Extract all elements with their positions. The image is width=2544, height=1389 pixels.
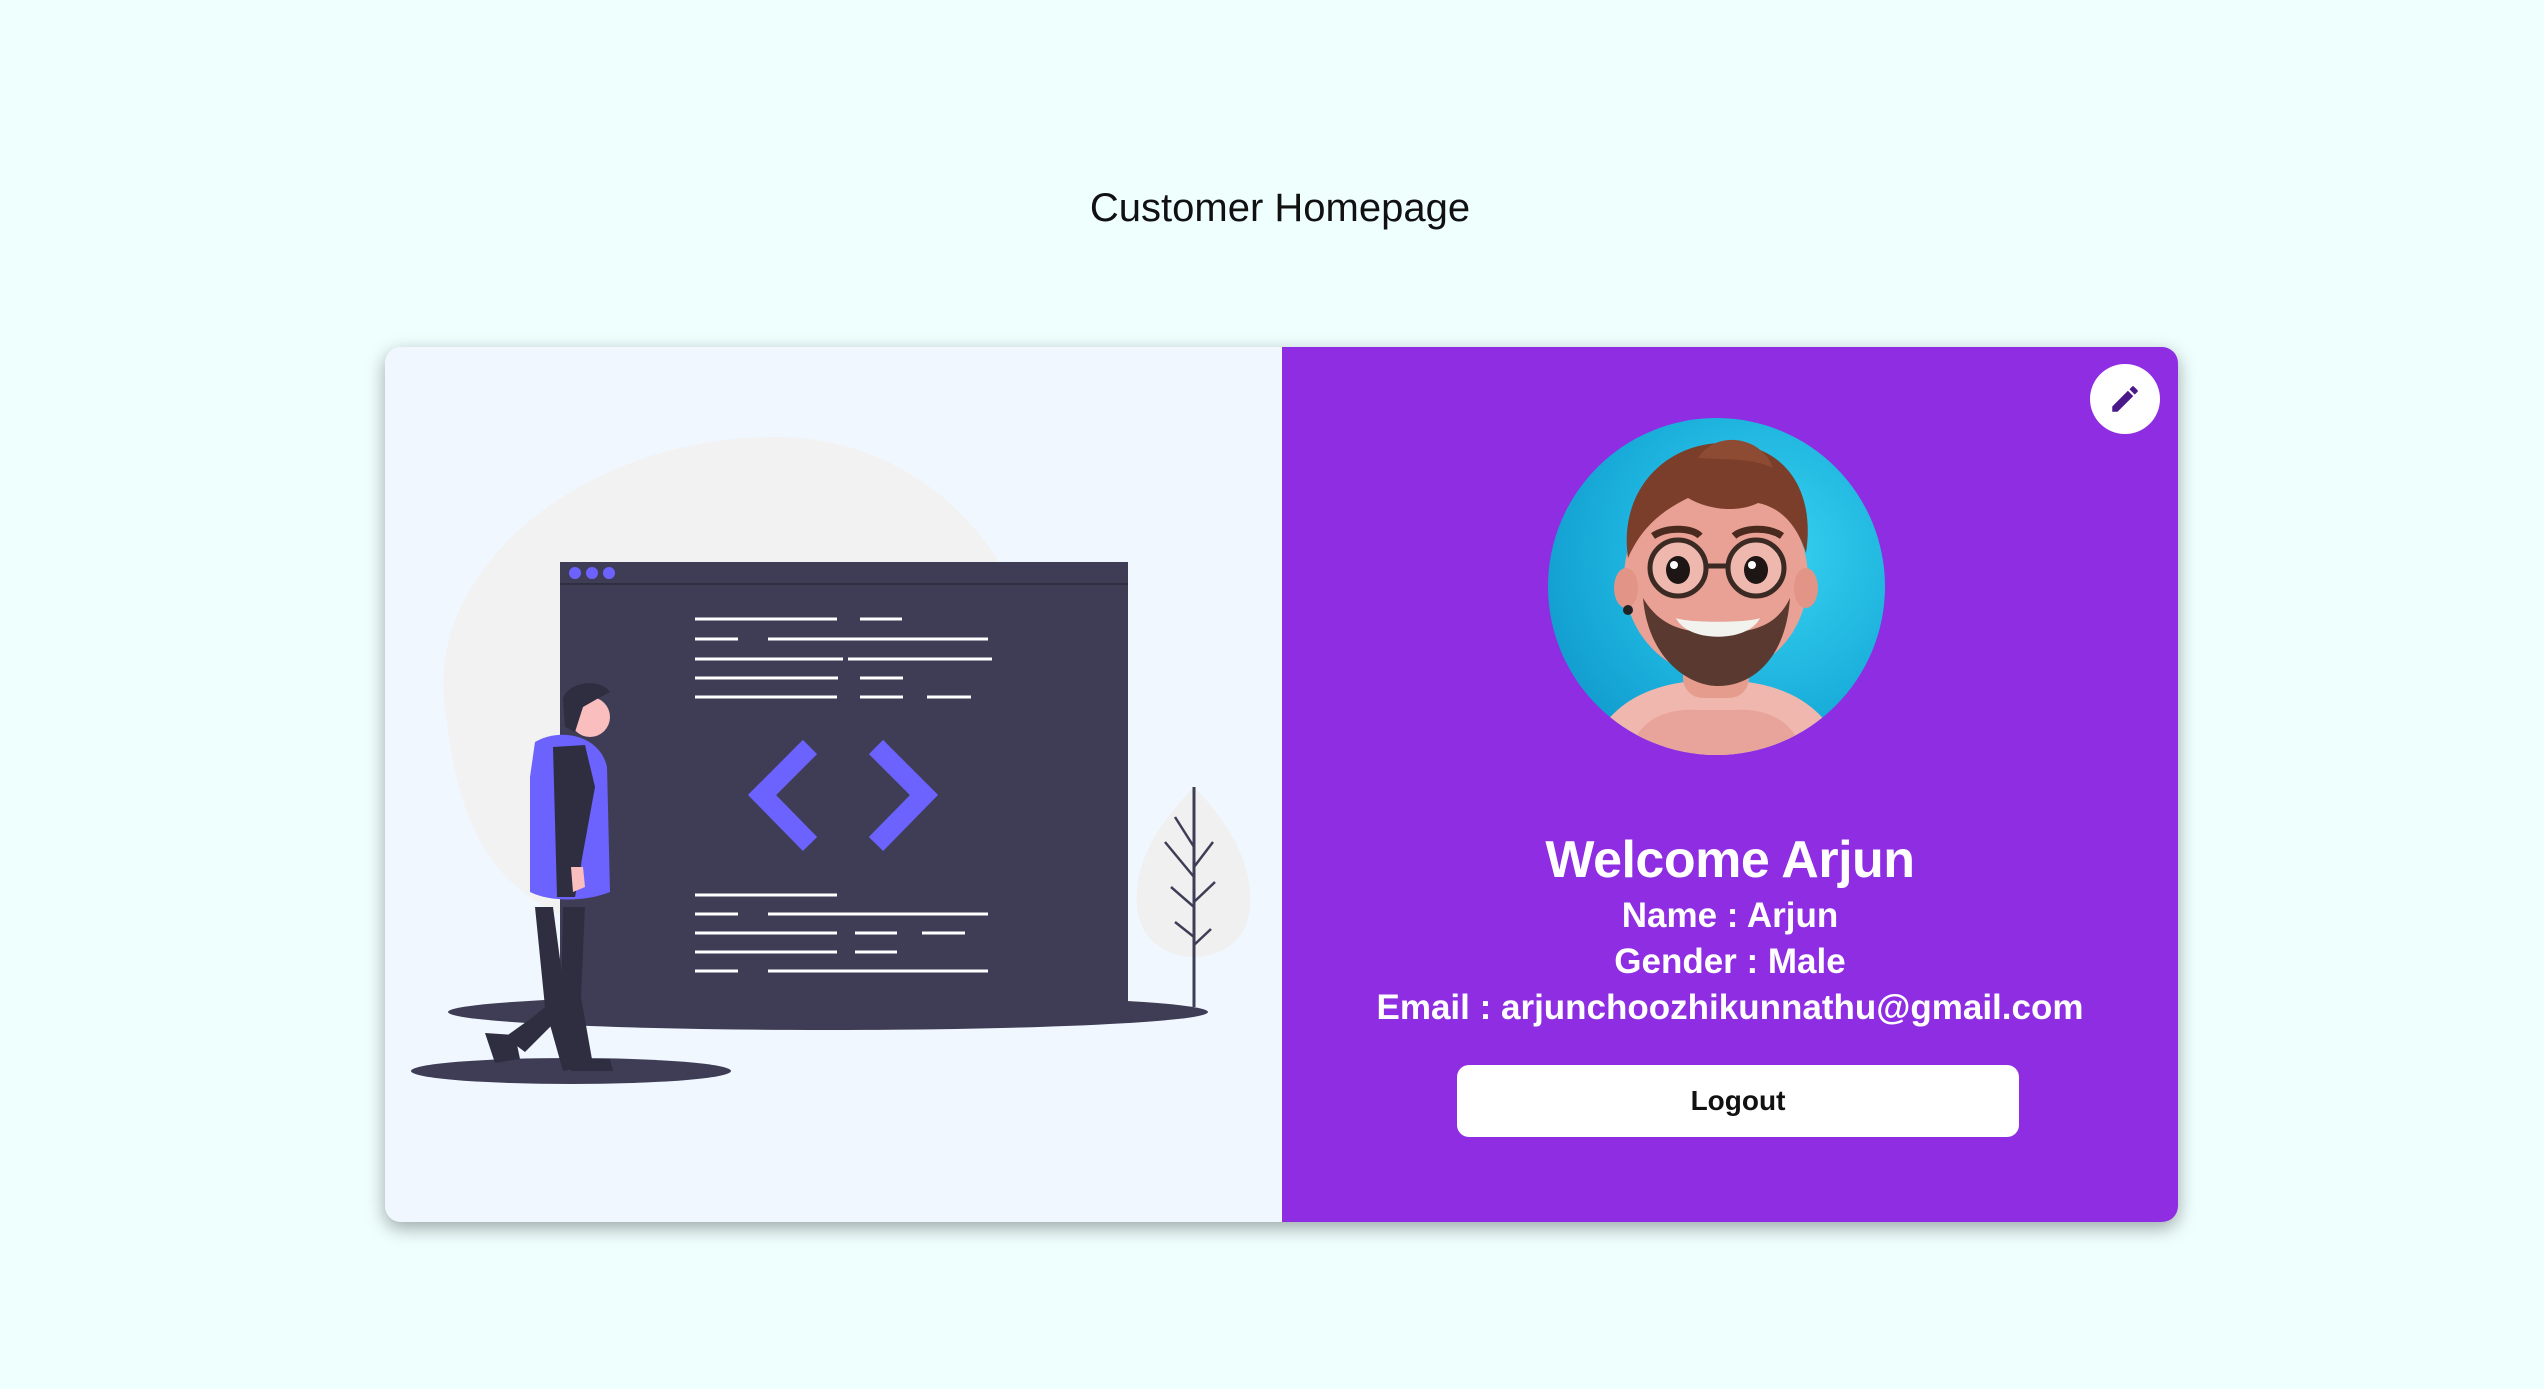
page-title: Customer Homepage [1089,186,1471,230]
welcome-heading: Welcome Arjun [1545,831,1915,889]
profile-card: Welcome Arjun Name : Arjun Gender : Male… [385,347,2178,1222]
pencil-icon [2112,386,2138,412]
profile-panel: Welcome Arjun Name : Arjun Gender : Male… [1282,347,2178,1222]
page: Customer Homepage Welcome Arjun Name: A… [0,0,2544,1389]
gender-text: Gender : Male [1614,942,1846,981]
developer-illustration [411,437,1251,1084]
avatar [1548,418,1885,755]
email-text: Email : arjunchoozhikunnathu@gmail.com [1376,988,2084,1027]
logout-button[interactable]: Logout [1457,1065,2019,1137]
illustration-panel [385,347,1282,1222]
avatar-image [1588,439,1844,755]
name-text: Name : Arjun [1621,896,1839,935]
profile-info: Welcome Arjun Name : Arjun Gender : Male… [1282,827,2178,1031]
edit-profile-button[interactable] [2090,364,2160,434]
